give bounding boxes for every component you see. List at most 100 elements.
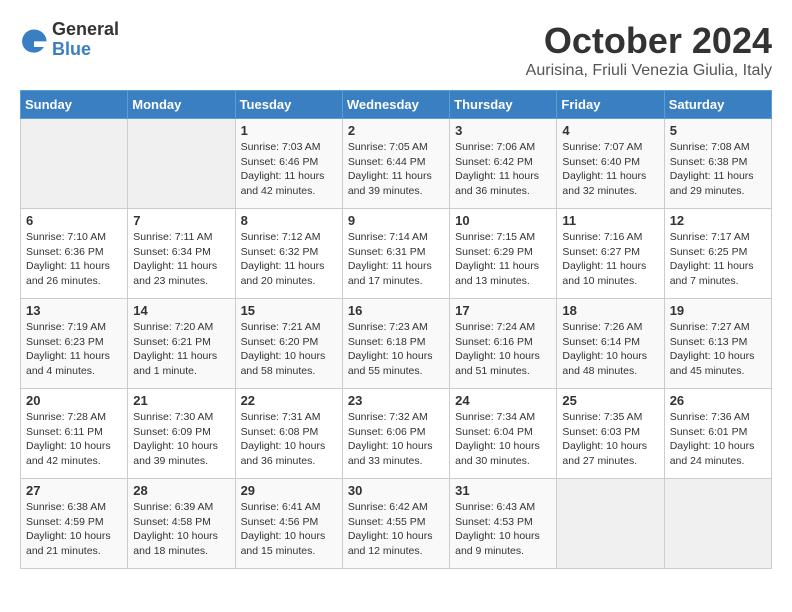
day-number: 23 bbox=[348, 393, 444, 408]
day-number: 29 bbox=[241, 483, 337, 498]
cell-content: Sunrise: 7:36 AM Sunset: 6:01 PM Dayligh… bbox=[670, 410, 766, 469]
calendar-week-5: 27 Sunrise: 6:38 AM Sunset: 4:59 PM Dayli… bbox=[21, 479, 772, 569]
day-number: 22 bbox=[241, 393, 337, 408]
day-number: 20 bbox=[26, 393, 122, 408]
calendar-cell bbox=[21, 119, 128, 209]
calendar-cell: 19 Sunrise: 7:27 AM Sunset: 6:13 PM Dayli… bbox=[664, 299, 771, 389]
cell-content: Sunrise: 6:38 AM Sunset: 4:59 PM Dayligh… bbox=[26, 500, 122, 559]
header-day-saturday: Saturday bbox=[664, 91, 771, 119]
cell-content: Sunrise: 7:20 AM Sunset: 6:21 PM Dayligh… bbox=[133, 320, 229, 379]
day-number: 14 bbox=[133, 303, 229, 318]
cell-content: Sunrise: 7:19 AM Sunset: 6:23 PM Dayligh… bbox=[26, 320, 122, 379]
day-number: 15 bbox=[241, 303, 337, 318]
header-day-sunday: Sunday bbox=[21, 91, 128, 119]
day-number: 17 bbox=[455, 303, 551, 318]
cell-content: Sunrise: 6:41 AM Sunset: 4:56 PM Dayligh… bbox=[241, 500, 337, 559]
day-number: 11 bbox=[562, 213, 658, 228]
calendar-cell: 11Sunrise: 7:16 AM Sunset: 6:27 PM Dayli… bbox=[557, 209, 664, 299]
calendar-cell: 22Sunrise: 7:31 AM Sunset: 6:08 PM Dayli… bbox=[235, 389, 342, 479]
day-number: 2 bbox=[348, 123, 444, 138]
cell-content: Sunrise: 7:30 AM Sunset: 6:09 PM Dayligh… bbox=[133, 410, 229, 469]
header-day-friday: Friday bbox=[557, 91, 664, 119]
day-number: 27 bbox=[26, 483, 122, 498]
day-number: 21 bbox=[133, 393, 229, 408]
calendar-cell: 3Sunrise: 7:06 AM Sunset: 6:42 PM Daylig… bbox=[450, 119, 557, 209]
cell-content: Sunrise: 7:35 AM Sunset: 6:03 PM Dayligh… bbox=[562, 410, 658, 469]
calendar-week-4: 20 Sunrise: 7:28 AM Sunset: 6:11 PM Dayli… bbox=[21, 389, 772, 479]
day-number: 25 bbox=[562, 393, 658, 408]
calendar-cell: 1 Sunrise: 7:03 AM Sunset: 6:46 PM Daylig… bbox=[235, 119, 342, 209]
calendar-cell: 18Sunrise: 7:26 AM Sunset: 6:14 PM Dayli… bbox=[557, 299, 664, 389]
calendar-cell: 20 Sunrise: 7:28 AM Sunset: 6:11 PM Dayli… bbox=[21, 389, 128, 479]
day-number: 24 bbox=[455, 393, 551, 408]
logo-general-text: General bbox=[52, 20, 119, 40]
cell-content: Sunrise: 7:07 AM Sunset: 6:40 PM Dayligh… bbox=[562, 140, 658, 199]
day-number: 6 bbox=[26, 213, 122, 228]
title-area: October 2024 Aurisina, Friuli Venezia Gi… bbox=[526, 20, 772, 80]
cell-content: Sunrise: 7:26 AM Sunset: 6:14 PM Dayligh… bbox=[562, 320, 658, 379]
calendar-week-3: 13Sunrise: 7:19 AM Sunset: 6:23 PM Dayli… bbox=[21, 299, 772, 389]
calendar-cell: 23 Sunrise: 7:32 AM Sunset: 6:06 PM Dayli… bbox=[342, 389, 449, 479]
cell-content: Sunrise: 7:08 AM Sunset: 6:38 PM Dayligh… bbox=[670, 140, 766, 199]
calendar-cell: 10Sunrise: 7:15 AM Sunset: 6:29 PM Dayli… bbox=[450, 209, 557, 299]
calendar-cell: 9Sunrise: 7:14 AM Sunset: 6:31 PM Daylig… bbox=[342, 209, 449, 299]
cell-content: Sunrise: 7:10 AM Sunset: 6:36 PM Dayligh… bbox=[26, 230, 122, 289]
calendar-cell bbox=[128, 119, 235, 209]
cell-content: Sunrise: 7:27 AM Sunset: 6:13 PM Dayligh… bbox=[670, 320, 766, 379]
logo: General Blue bbox=[20, 20, 119, 60]
day-number: 1 bbox=[241, 123, 337, 138]
cell-content: Sunrise: 7:05 AM Sunset: 6:44 PM Dayligh… bbox=[348, 140, 444, 199]
day-number: 8 bbox=[241, 213, 337, 228]
calendar-cell: 25 Sunrise: 7:35 AM Sunset: 6:03 PM Dayli… bbox=[557, 389, 664, 479]
calendar-cell: 29 Sunrise: 6:41 AM Sunset: 4:56 PM Dayli… bbox=[235, 479, 342, 569]
cell-content: Sunrise: 7:23 AM Sunset: 6:18 PM Dayligh… bbox=[348, 320, 444, 379]
logo-blue-text: Blue bbox=[52, 40, 119, 60]
cell-content: Sunrise: 6:43 AM Sunset: 4:53 PM Dayligh… bbox=[455, 500, 551, 559]
calendar-cell: 7 Sunrise: 7:11 AM Sunset: 6:34 PM Daylig… bbox=[128, 209, 235, 299]
calendar-cell: 26 Sunrise: 7:36 AM Sunset: 6:01 PM Dayli… bbox=[664, 389, 771, 479]
day-number: 3 bbox=[455, 123, 551, 138]
calendar-cell: 14 Sunrise: 7:20 AM Sunset: 6:21 PM Dayli… bbox=[128, 299, 235, 389]
day-number: 9 bbox=[348, 213, 444, 228]
day-number: 26 bbox=[670, 393, 766, 408]
cell-content: Sunrise: 7:17 AM Sunset: 6:25 PM Dayligh… bbox=[670, 230, 766, 289]
day-number: 30 bbox=[348, 483, 444, 498]
calendar-cell: 13Sunrise: 7:19 AM Sunset: 6:23 PM Dayli… bbox=[21, 299, 128, 389]
calendar-cell: 12 Sunrise: 7:17 AM Sunset: 6:25 PM Dayli… bbox=[664, 209, 771, 299]
calendar-cell: 15Sunrise: 7:21 AM Sunset: 6:20 PM Dayli… bbox=[235, 299, 342, 389]
calendar-cell: 30 Sunrise: 6:42 AM Sunset: 4:55 PM Dayli… bbox=[342, 479, 449, 569]
calendar-header: SundayMondayTuesdayWednesdayThursdayFrid… bbox=[21, 91, 772, 119]
location-title: Aurisina, Friuli Venezia Giulia, Italy bbox=[526, 62, 772, 80]
header-day-tuesday: Tuesday bbox=[235, 91, 342, 119]
header-day-thursday: Thursday bbox=[450, 91, 557, 119]
calendar-cell bbox=[664, 479, 771, 569]
calendar-cell: 31Sunrise: 6:43 AM Sunset: 4:53 PM Dayli… bbox=[450, 479, 557, 569]
day-number: 19 bbox=[670, 303, 766, 318]
calendar-table: SundayMondayTuesdayWednesdayThursdayFrid… bbox=[20, 90, 772, 569]
day-number: 12 bbox=[670, 213, 766, 228]
cell-content: Sunrise: 7:28 AM Sunset: 6:11 PM Dayligh… bbox=[26, 410, 122, 469]
calendar-week-2: 6 Sunrise: 7:10 AM Sunset: 6:36 PM Daylig… bbox=[21, 209, 772, 299]
cell-content: Sunrise: 6:42 AM Sunset: 4:55 PM Dayligh… bbox=[348, 500, 444, 559]
page-header: General Blue October 2024 Aurisina, Friu… bbox=[20, 20, 772, 80]
calendar-cell bbox=[557, 479, 664, 569]
cell-content: Sunrise: 7:03 AM Sunset: 6:46 PM Dayligh… bbox=[241, 140, 337, 199]
cell-content: Sunrise: 6:39 AM Sunset: 4:58 PM Dayligh… bbox=[133, 500, 229, 559]
day-number: 7 bbox=[133, 213, 229, 228]
header-day-wednesday: Wednesday bbox=[342, 91, 449, 119]
cell-content: Sunrise: 7:12 AM Sunset: 6:32 PM Dayligh… bbox=[241, 230, 337, 289]
calendar-cell: 8 Sunrise: 7:12 AM Sunset: 6:32 PM Daylig… bbox=[235, 209, 342, 299]
calendar-cell: 24Sunrise: 7:34 AM Sunset: 6:04 PM Dayli… bbox=[450, 389, 557, 479]
calendar-cell: 16Sunrise: 7:23 AM Sunset: 6:18 PM Dayli… bbox=[342, 299, 449, 389]
calendar-body: 1 Sunrise: 7:03 AM Sunset: 6:46 PM Daylig… bbox=[21, 119, 772, 569]
header-day-monday: Monday bbox=[128, 91, 235, 119]
logo-icon bbox=[20, 26, 48, 54]
calendar-cell: 6 Sunrise: 7:10 AM Sunset: 6:36 PM Daylig… bbox=[21, 209, 128, 299]
calendar-cell: 17Sunrise: 7:24 AM Sunset: 6:16 PM Dayli… bbox=[450, 299, 557, 389]
day-number: 4 bbox=[562, 123, 658, 138]
cell-content: Sunrise: 7:11 AM Sunset: 6:34 PM Dayligh… bbox=[133, 230, 229, 289]
calendar-week-1: 1 Sunrise: 7:03 AM Sunset: 6:46 PM Daylig… bbox=[21, 119, 772, 209]
day-number: 28 bbox=[133, 483, 229, 498]
cell-content: Sunrise: 7:32 AM Sunset: 6:06 PM Dayligh… bbox=[348, 410, 444, 469]
header-row: SundayMondayTuesdayWednesdayThursdayFrid… bbox=[21, 91, 772, 119]
